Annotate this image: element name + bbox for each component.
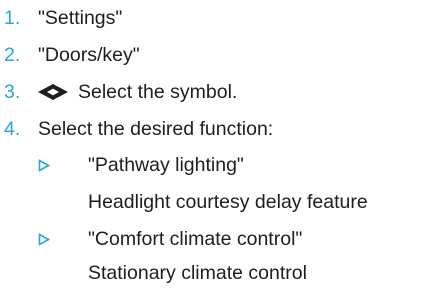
- step-number: 2.: [4, 43, 21, 66]
- triangle-bullet-icon: [38, 224, 52, 254]
- instruction-document: 1. "Settings" 2. "Doors/key" 3. Select t…: [0, 0, 431, 289]
- step-text-with-symbol: Select the symbol.: [38, 81, 237, 104]
- step-number: 1.: [4, 6, 21, 29]
- diamond-symbol-icon: [38, 83, 68, 100]
- option-description: Headlight courtesy delay feature: [88, 190, 368, 213]
- step-number: 3.: [4, 80, 21, 103]
- option-description: Stationary climate control: [88, 261, 307, 284]
- triangle-bullet-icon: [38, 150, 52, 180]
- step-text: "Settings": [38, 6, 123, 29]
- option-label: "Pathway lighting": [88, 153, 244, 176]
- step-text: "Doors/key": [38, 43, 140, 66]
- option-label: "Comfort climate control": [88, 227, 303, 250]
- step-text: Select the desired function:: [38, 117, 274, 140]
- step-text: Select the symbol.: [78, 80, 238, 103]
- step-number: 4.: [4, 117, 21, 140]
